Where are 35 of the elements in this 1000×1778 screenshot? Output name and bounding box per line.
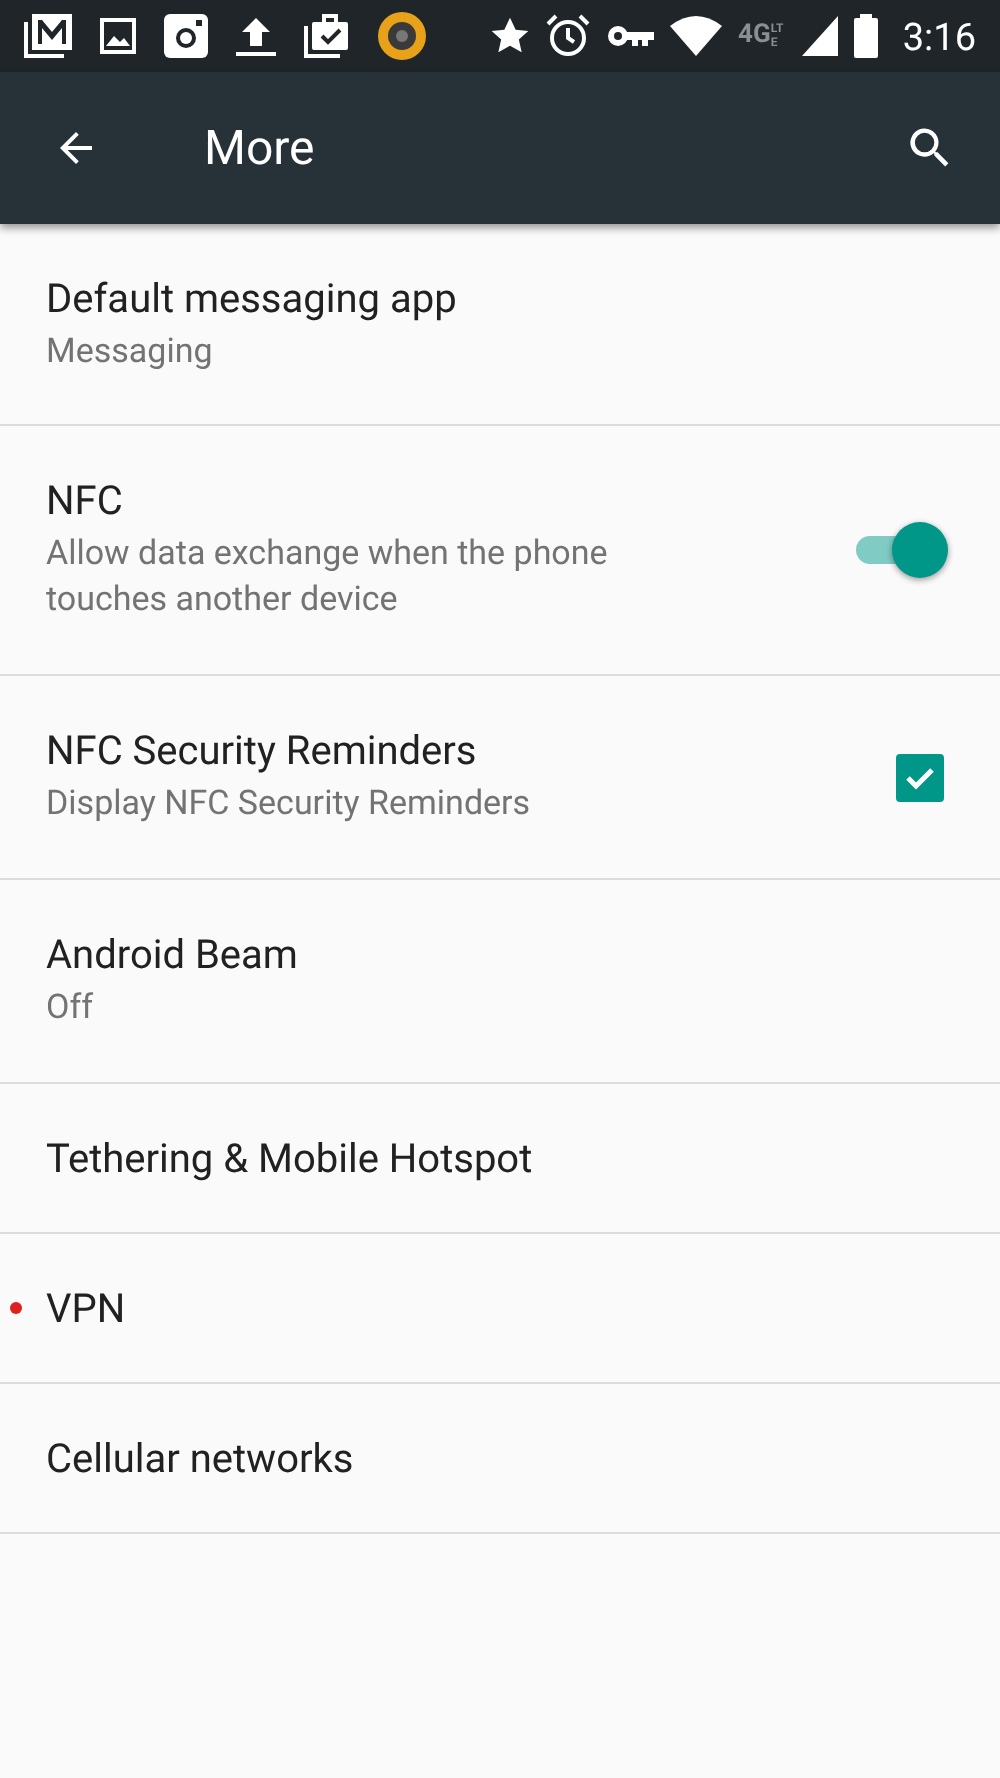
- toggle-switch[interactable]: [852, 522, 948, 578]
- wifi-icon: [670, 16, 723, 56]
- signal-icon: [802, 16, 839, 56]
- item-summary: Allow data exchange when the phone touches another device: [46, 532, 610, 624]
- settings-item[interactable]: NFC Allow data exchange when the phone touches another device: [0, 426, 1000, 676]
- settings-item[interactable]: VPN: [0, 1234, 1000, 1384]
- image-icon: [100, 18, 136, 54]
- key-icon: [606, 22, 655, 50]
- checkbox[interactable]: [896, 753, 944, 801]
- item-summary: Display NFC Security Reminders: [46, 782, 533, 828]
- camera-icon: [164, 14, 208, 58]
- alarm-icon: [546, 14, 591, 58]
- battery-icon: [854, 14, 879, 58]
- star-icon: [490, 16, 531, 56]
- mail-icon: [24, 14, 72, 58]
- settings-item[interactable]: Tethering & Mobile Hotspot: [0, 1084, 1000, 1234]
- app-icon: [376, 10, 428, 62]
- item-title: Android Beam: [46, 930, 300, 978]
- clock-time: 3:16: [902, 13, 976, 59]
- item-title: Cellular networks: [46, 1434, 356, 1482]
- settings-item[interactable]: NFC Security Reminders Display NFC Security Reminders: [0, 676, 1000, 880]
- item-title: Default messaging app: [46, 273, 459, 321]
- settings-item[interactable]: Cellular networks: [0, 1384, 1000, 1534]
- item-title: Tethering & Mobile Hotspot: [46, 1134, 535, 1182]
- network-type: 4G: [738, 22, 771, 50]
- item-summary: Messaging: [46, 329, 215, 375]
- clipboard-icon: [304, 14, 348, 58]
- item-summary: Off: [46, 986, 96, 1032]
- item-title: NFC: [46, 476, 125, 524]
- settings-item[interactable]: Default messaging app Messaging: [0, 224, 1000, 426]
- screen-title: More: [204, 120, 317, 176]
- item-title: VPN: [46, 1284, 128, 1332]
- settings-item[interactable]: Android Beam Off: [0, 880, 1000, 1084]
- item-title: NFC Security Reminders: [46, 726, 479, 774]
- upload-icon: [236, 14, 276, 58]
